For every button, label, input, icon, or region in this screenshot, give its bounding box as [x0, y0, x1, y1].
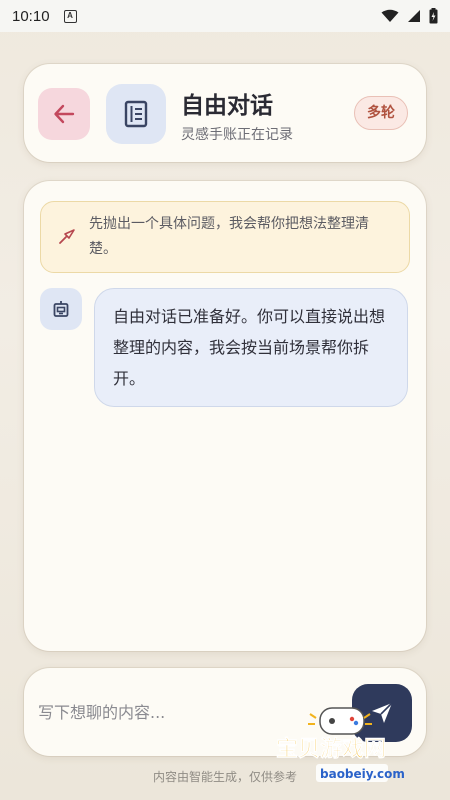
battery-icon: [429, 8, 438, 24]
status-icons: [381, 8, 438, 24]
signal-icon: [408, 10, 420, 22]
page-title: 自由对话: [181, 93, 273, 119]
status-bar: 10:10 A: [0, 0, 450, 32]
status-time: 10:10: [12, 7, 50, 25]
tip-banner: 先抛出一个具体问题，我会帮你把想法整理清楚。: [40, 201, 410, 273]
composer: [24, 668, 426, 756]
message-input[interactable]: [38, 692, 338, 732]
back-button[interactable]: [38, 88, 90, 140]
document-icon: [124, 100, 148, 128]
robot-icon: [53, 301, 69, 317]
mode-badge[interactable]: 多轮: [354, 96, 408, 130]
wifi-icon: [381, 9, 399, 22]
assistant-message-bubble: 自由对话已准备好。你可以直接说出想整理的内容，我会按当前场景帮你拆开。: [94, 288, 408, 407]
notification-icon: A: [63, 9, 77, 23]
send-button[interactable]: [352, 684, 412, 742]
document-icon-box: [106, 84, 166, 144]
chat-panel: 先抛出一个具体问题，我会帮你把想法整理清楚。 自由对话已准备好。你可以直接说出想…: [24, 181, 426, 651]
page-subtitle: 灵感手账正在记录: [181, 127, 293, 143]
assistant-avatar: [40, 288, 82, 330]
send-icon: [372, 702, 393, 723]
footer-disclaimer: 内容由智能生成，仅供参考: [152, 770, 297, 784]
arrow-left-icon: [54, 104, 75, 124]
tip-text: 先抛出一个具体问题，我会帮你把想法整理清楚。: [89, 216, 369, 257]
header-card: 自由对话 灵感手账正在记录 多轮: [24, 64, 426, 162]
pin-icon: [59, 229, 75, 244]
